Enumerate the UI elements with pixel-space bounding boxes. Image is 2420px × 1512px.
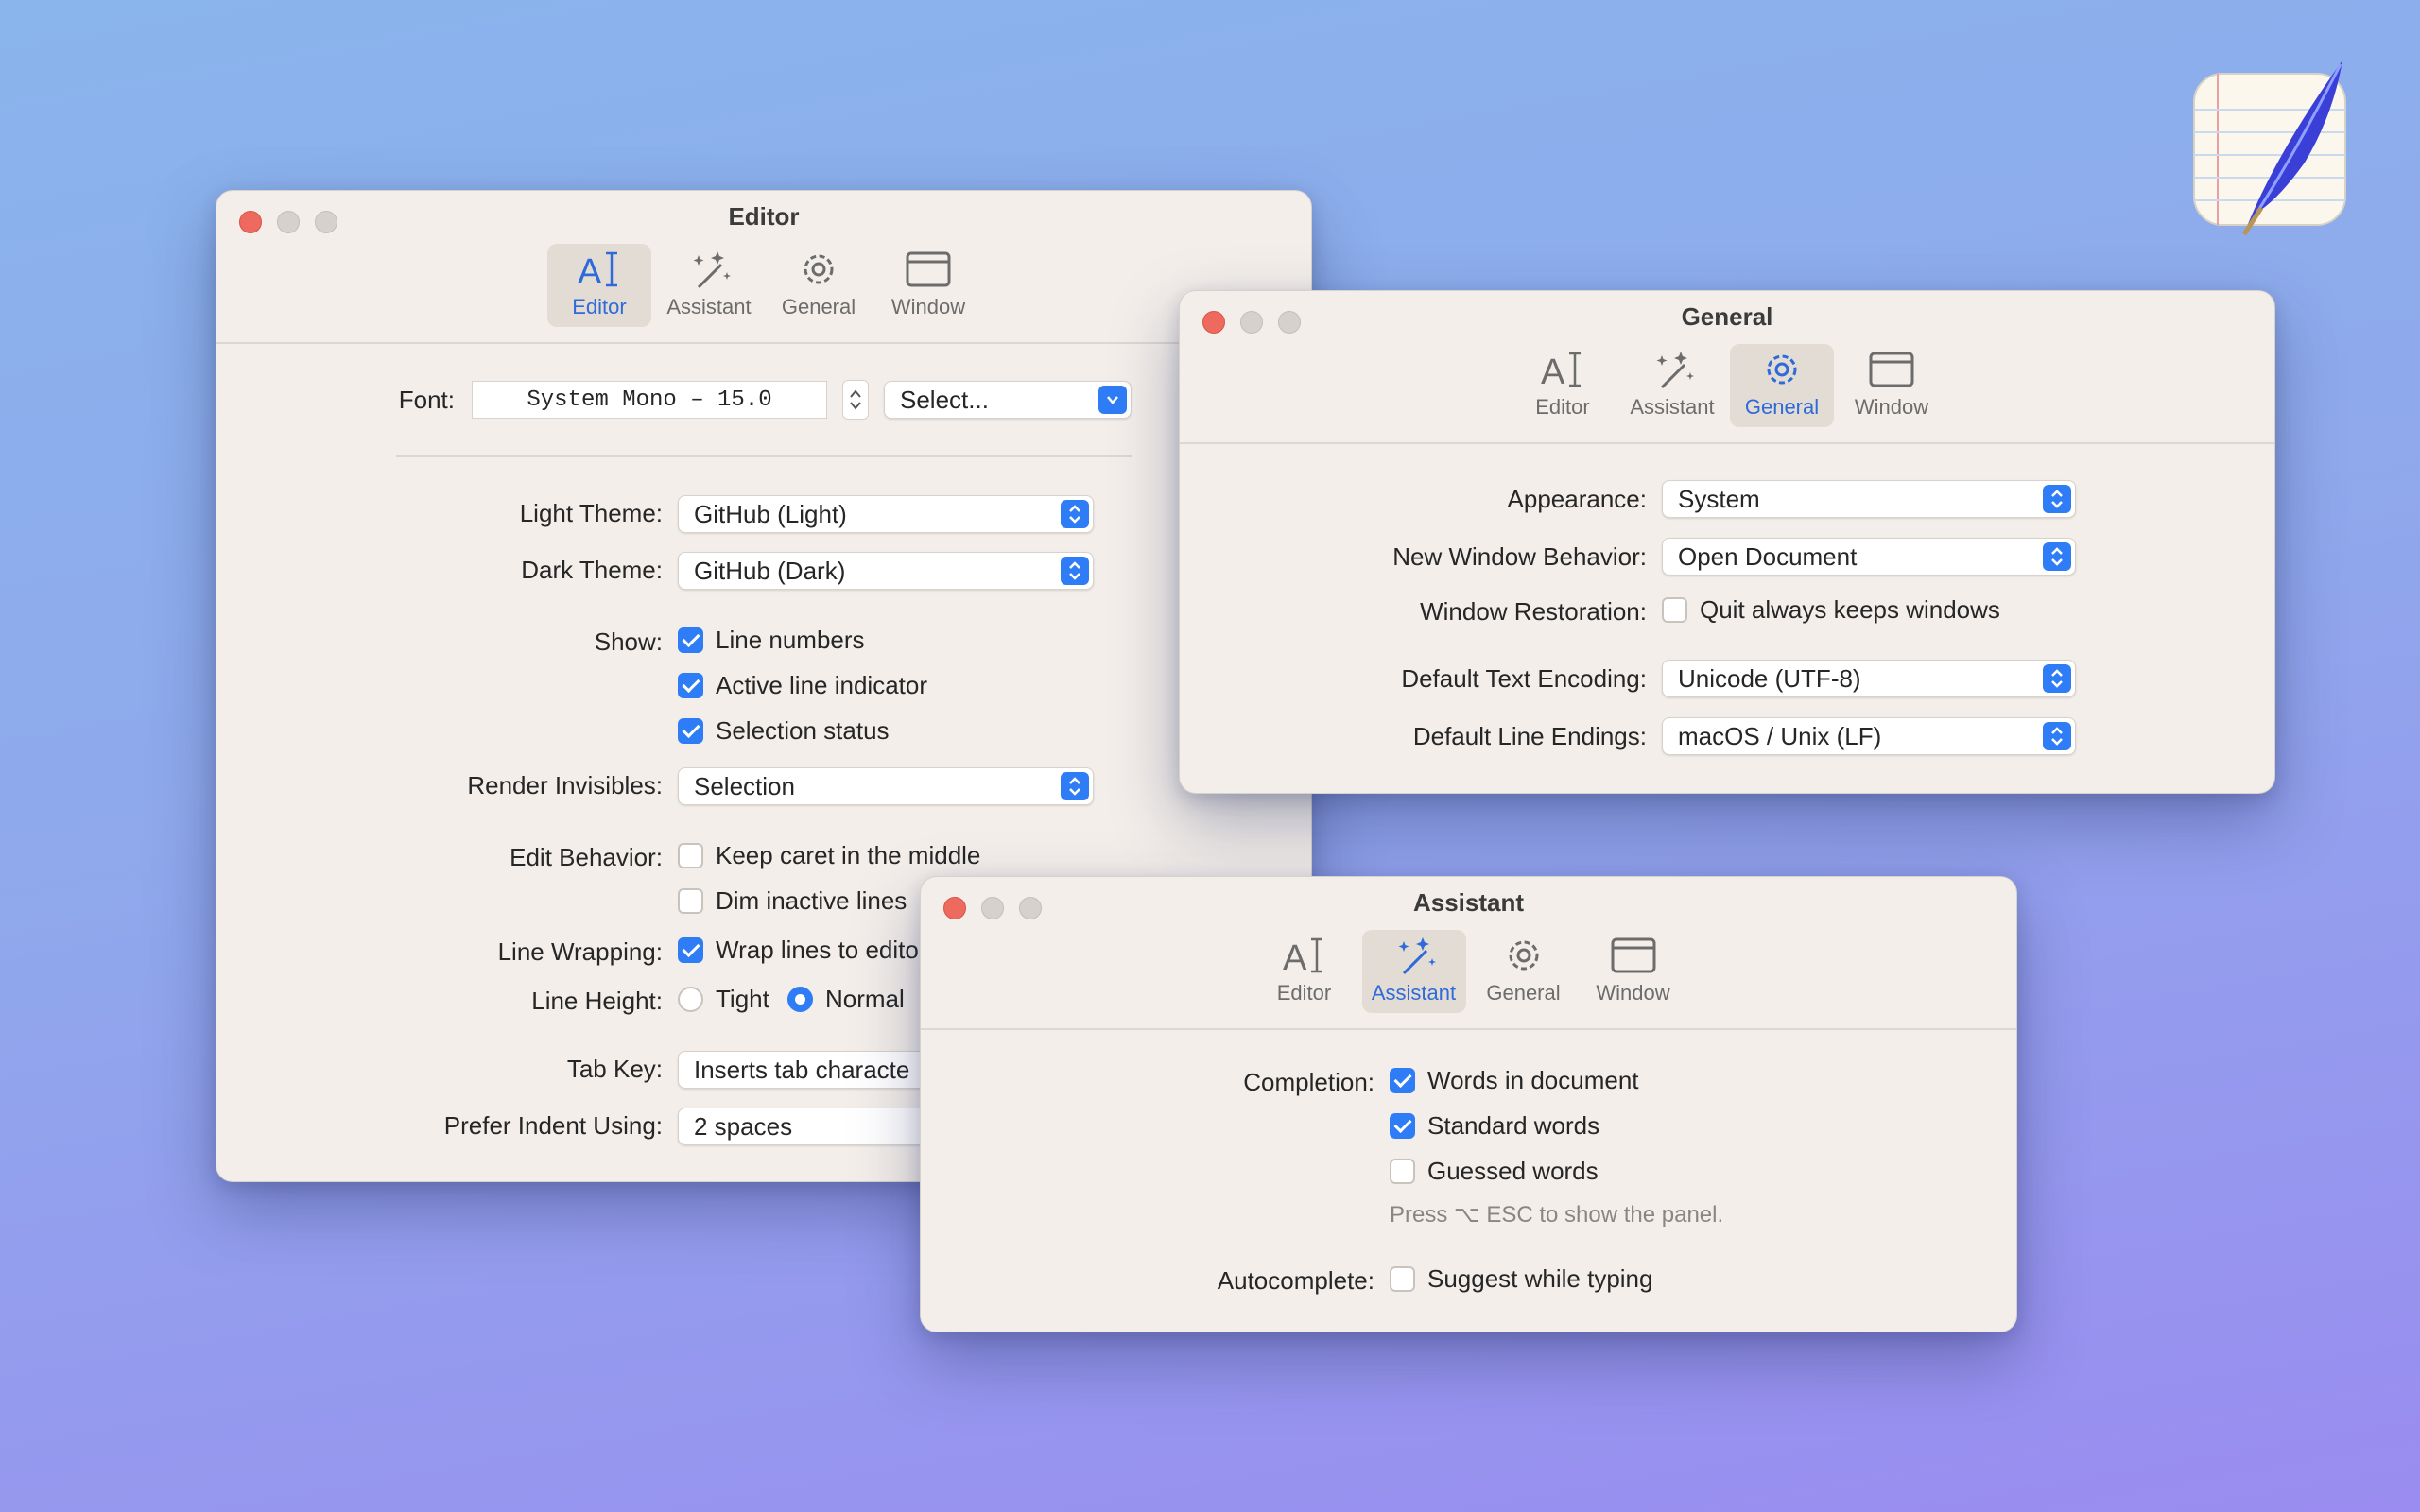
chevron-updown-icon	[2043, 664, 2071, 693]
font-size-stepper[interactable]	[842, 380, 869, 420]
tab-general[interactable]: General	[1730, 344, 1834, 427]
app-icon	[2191, 59, 2350, 236]
assistant-window-titlebar: Assistant A Editor Assistant General Win…	[921, 877, 2016, 1030]
tab-general[interactable]: General	[1472, 930, 1576, 1013]
new-window-behavior-label: New Window Behavior:	[1392, 542, 1647, 571]
text-cursor-icon: A	[1541, 352, 1581, 391]
selection-status-checkbox[interactable]: Selection status	[678, 716, 890, 746]
window-title: General	[1681, 302, 1773, 331]
default-line-endings-popup[interactable]: macOS / Unix (LF)	[1662, 717, 2076, 755]
tab-window[interactable]: Window	[876, 244, 980, 327]
divider	[396, 455, 1132, 457]
tab-assistant[interactable]: Assistant	[1361, 930, 1466, 1013]
text-cursor-icon: A	[1283, 937, 1322, 977]
default-line-endings-label: Default Line Endings:	[1412, 722, 1647, 750]
dark-theme-label: Dark Theme:	[521, 556, 663, 584]
tab-window[interactable]: Window	[1582, 930, 1685, 1013]
appearance-label: Appearance:	[1507, 485, 1647, 513]
tab-editor[interactable]: A Editor	[1253, 930, 1357, 1013]
quit-keeps-windows-checkbox[interactable]: Quit always keeps windows	[1662, 595, 2000, 625]
assistant-settings-window: Assistant A Editor Assistant General Win…	[920, 876, 2017, 1332]
active-line-indicator-checkbox[interactable]: Active line indicator	[678, 671, 927, 700]
autocomplete-label: Autocomplete:	[1217, 1266, 1374, 1295]
chevron-updown-icon	[2043, 722, 2071, 750]
render-invisibles-popup[interactable]: Selection	[678, 767, 1094, 805]
chevron-updown-icon	[2043, 542, 2071, 571]
prefer-indent-label: Prefer Indent Using:	[443, 1111, 663, 1140]
tab-assistant[interactable]: Assistant	[657, 244, 761, 327]
show-label: Show:	[594, 627, 663, 656]
svg-text:A: A	[1541, 352, 1565, 391]
window-title: Assistant	[1412, 888, 1525, 917]
font-select-button[interactable]: Select...	[884, 381, 1132, 419]
standard-words-checkbox[interactable]: Standard words	[1390, 1111, 1599, 1141]
window-title: Editor	[728, 202, 800, 231]
gear-icon	[1509, 940, 1538, 971]
light-theme-popup[interactable]: GitHub (Light)	[678, 495, 1094, 533]
line-numbers-checkbox[interactable]: Line numbers	[678, 626, 865, 655]
stepper-arrows-icon	[850, 389, 861, 410]
window-icon	[1869, 352, 1914, 387]
tab-editor[interactable]: A Editor	[1511, 344, 1615, 427]
tab-assistant[interactable]: Assistant	[1620, 344, 1724, 427]
line-height-label: Line Height:	[531, 987, 663, 1015]
default-text-encoding-popup[interactable]: Unicode (UTF-8)	[1662, 660, 2076, 697]
default-text-encoding-label: Default Text Encoding:	[1401, 664, 1647, 693]
line-height-tight-radio[interactable]: Tight	[678, 985, 769, 1014]
words-in-document-checkbox[interactable]: Words in document	[1390, 1066, 1639, 1095]
new-window-behavior-popup[interactable]: Open Document	[1662, 538, 2076, 576]
magic-wand-icon	[693, 251, 731, 289]
guessed-words-checkbox[interactable]: Guessed words	[1390, 1157, 1599, 1186]
chevron-updown-icon	[1061, 557, 1089, 585]
font-label: Font:	[398, 386, 455, 414]
dim-inactive-lines-checkbox[interactable]: Dim inactive lines	[678, 886, 907, 916]
window-icon	[1611, 937, 1655, 973]
general-window-titlebar: General A Editor Assistant General Windo…	[1180, 291, 2274, 444]
window-icon	[906, 251, 951, 287]
suggest-while-typing-checkbox[interactable]: Suggest while typing	[1390, 1264, 1652, 1294]
tab-editor[interactable]: A Editor	[547, 244, 651, 327]
render-invisibles-label: Render Invisibles:	[467, 771, 663, 799]
general-settings-window: General A Editor Assistant General Windo…	[1179, 290, 2275, 794]
editor-window-titlebar: Editor A Editor Assistant General Window	[216, 191, 1311, 344]
tab-key-label: Tab Key:	[566, 1055, 663, 1083]
line-height-normal-radio[interactable]: Normal	[787, 985, 905, 1014]
light-theme-label: Light Theme:	[519, 499, 663, 527]
line-wrapping-label: Line Wrapping:	[497, 937, 663, 966]
svg-text:A: A	[578, 252, 602, 291]
appearance-popup[interactable]: System	[1662, 480, 2076, 518]
dark-theme-popup[interactable]: GitHub (Dark)	[678, 552, 1094, 590]
magic-wand-icon	[1656, 352, 1694, 389]
completion-hint: Press ⌥ ESC to show the panel.	[1390, 1202, 1724, 1228]
chevron-updown-icon	[1061, 772, 1089, 800]
keep-caret-middle-checkbox[interactable]: Keep caret in the middle	[678, 841, 980, 870]
chevron-updown-icon	[2043, 485, 2071, 513]
tab-window[interactable]: Window	[1840, 344, 1944, 427]
gear-icon	[1767, 354, 1797, 385]
magic-wand-icon	[1398, 937, 1436, 975]
text-cursor-icon: A	[578, 251, 617, 291]
tab-general[interactable]: General	[767, 244, 871, 327]
svg-text:A: A	[1283, 938, 1307, 977]
gear-icon	[804, 254, 834, 284]
completion-label: Completion:	[1243, 1068, 1374, 1096]
window-restoration-label: Window Restoration:	[1420, 597, 1647, 626]
chevron-down-icon	[1098, 386, 1127, 414]
wrap-lines-checkbox[interactable]: Wrap lines to edito	[678, 936, 919, 965]
edit-behavior-label: Edit Behavior:	[510, 843, 663, 871]
chevron-updown-icon	[1061, 500, 1089, 528]
font-field[interactable]: System Mono – 15.0	[472, 381, 827, 419]
